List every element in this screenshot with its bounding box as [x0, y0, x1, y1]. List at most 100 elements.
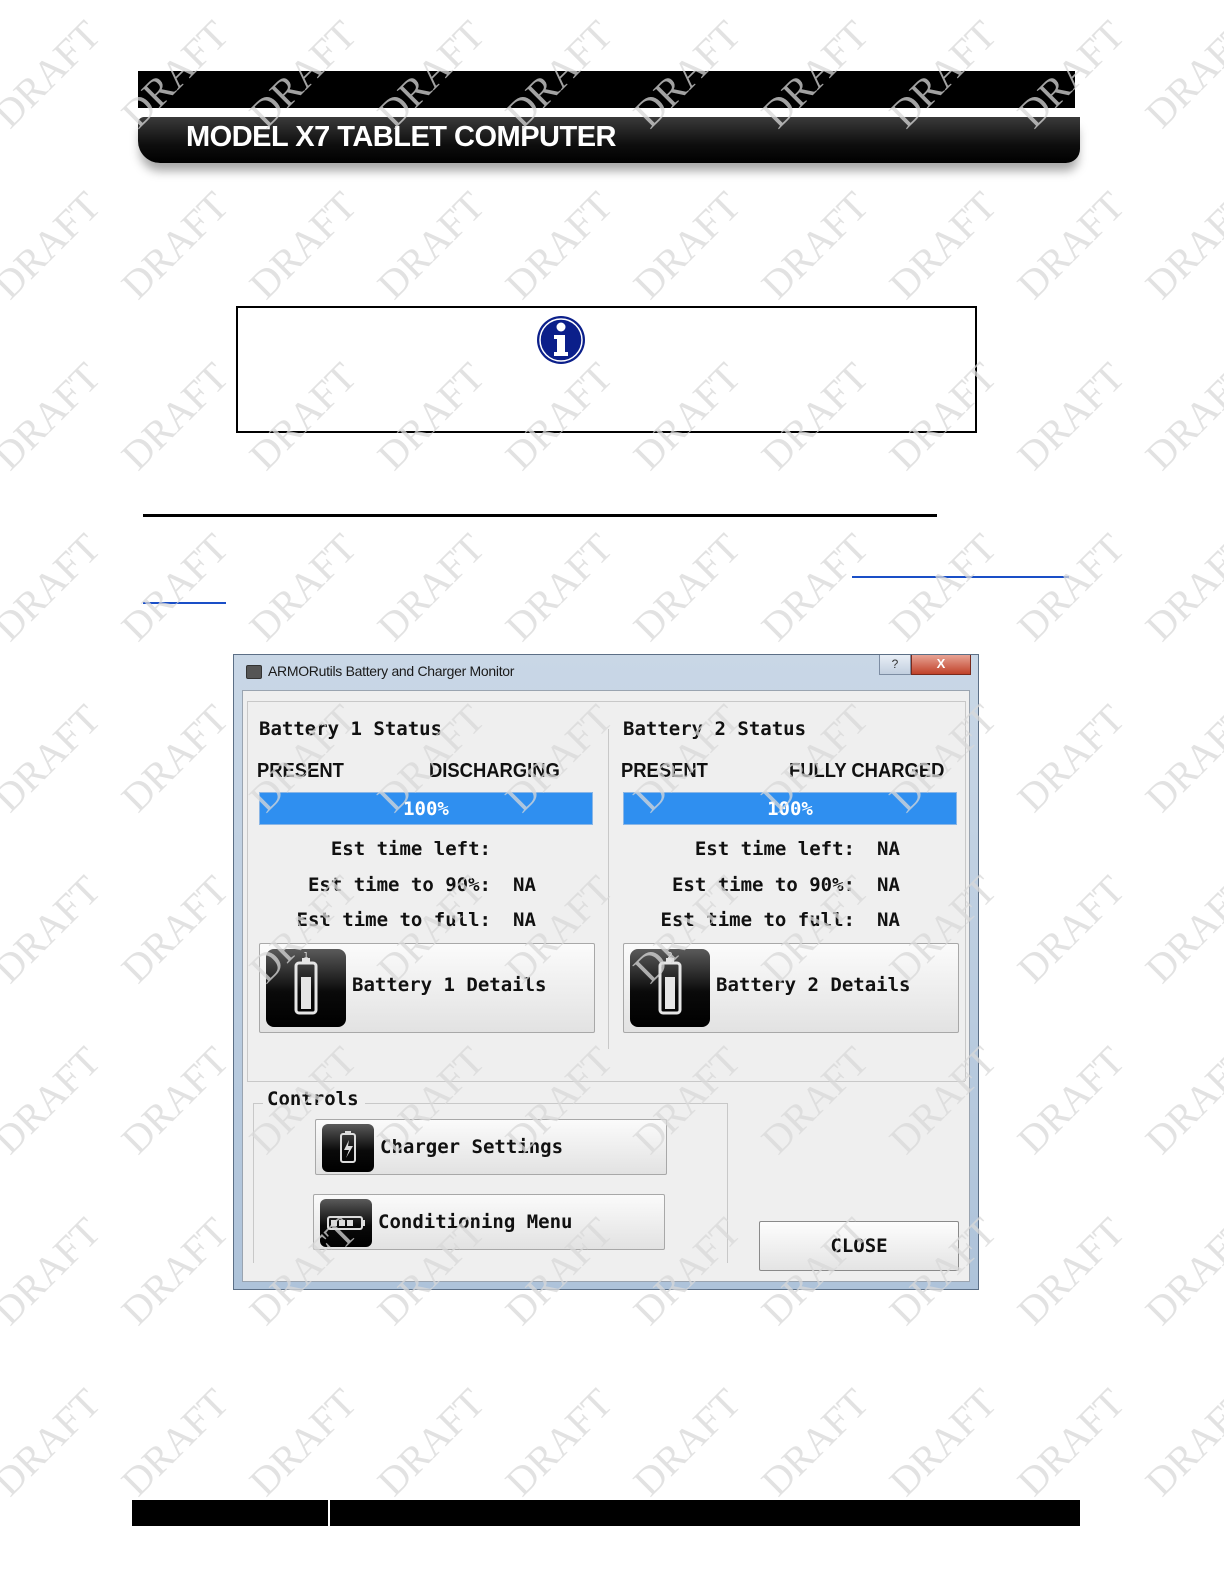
battery2-est-time-left-label: Est time left:: [694, 838, 855, 860]
battery2-est-time-full-value: NA: [877, 909, 900, 931]
watermark-text: DRAFT: [625, 183, 750, 308]
watermark-text: DRAFT: [1137, 1038, 1224, 1163]
battery2-est-time-90-label: Est time to 90%:: [671, 874, 855, 896]
watermark-text: DRAFT: [113, 1209, 238, 1334]
watermark-text: DRAFT: [241, 525, 366, 650]
watermark-text: DRAFT: [1137, 867, 1224, 992]
conditioning-menu-label: Conditioning Menu: [378, 1211, 573, 1233]
watermark-text: DRAFT: [1009, 354, 1134, 479]
battery1-details-button[interactable]: 1 Battery 1 Details: [259, 943, 595, 1033]
close-button-label: CLOSE: [830, 1235, 888, 1257]
watermark-text: DRAFT: [113, 696, 238, 821]
charger-settings-label: Charger Settings: [380, 1136, 564, 1158]
footer-divider: [328, 1500, 330, 1526]
controls-group-left: [253, 1103, 254, 1263]
watermark-text: DRAFT: [1137, 183, 1224, 308]
watermark-text: DRAFT: [1009, 696, 1134, 821]
watermark-text: DRAFT: [0, 183, 109, 308]
charger-settings-button[interactable]: Charger Settings: [315, 1119, 667, 1175]
battery-group-right-line: [965, 701, 966, 1081]
battery-icon: 1: [266, 949, 346, 1027]
battery1-est-time-full-value: NA: [513, 909, 536, 931]
battery1-est-time-90-value: NA: [513, 874, 536, 896]
battery1-heading: Battery 1 Status: [259, 718, 449, 740]
battery2-details-label: Battery 2 Details: [716, 974, 911, 996]
info-note-box: [236, 306, 977, 433]
watermark-text: DRAFT: [369, 1380, 494, 1505]
top-header-bar: [138, 71, 1075, 108]
hyperlink-underline-continued[interactable]: [143, 602, 226, 604]
watermark-text: DRAFT: [1009, 525, 1134, 650]
battery2-charge-state: FULLY CHARGED: [789, 760, 945, 782]
battery-horizontal-icon: [320, 1199, 372, 1247]
battery2-details-button[interactable]: 2 Battery 2 Details: [623, 943, 959, 1033]
watermark-text: DRAFT: [753, 1380, 878, 1505]
svg-text:2: 2: [667, 951, 672, 960]
battery-group-top-line: [247, 701, 965, 702]
battery1-charge-state: DISCHARGING: [429, 760, 560, 782]
battery1-est-time-full-label: Est time to full:: [296, 909, 491, 931]
document-title: MODEL X7 TABLET COMPUTER: [186, 121, 617, 153]
battery1-details-label: Battery 1 Details: [352, 974, 547, 996]
watermark-text: DRAFT: [0, 354, 109, 479]
watermark-text: DRAFT: [369, 183, 494, 308]
footer-bar: [132, 1500, 1080, 1526]
window-client-area: Battery 1 Status PRESENT DISCHARGING 100…: [242, 690, 970, 1282]
watermark-text: DRAFT: [0, 1038, 109, 1163]
watermark-text: DRAFT: [0, 867, 109, 992]
watermark-text: DRAFT: [241, 183, 366, 308]
controls-separator: [247, 1081, 965, 1082]
watermark-text: DRAFT: [113, 1380, 238, 1505]
watermark-text: DRAFT: [497, 1380, 622, 1505]
watermark-text: DRAFT: [753, 525, 878, 650]
battery1-progress-bar: 100%: [259, 792, 593, 825]
watermark-text: DRAFT: [1009, 867, 1134, 992]
battery2-est-time-left-value: NA: [877, 838, 900, 860]
watermark-text: DRAFT: [113, 867, 238, 992]
watermark-text: DRAFT: [1137, 12, 1224, 137]
info-circle-icon: [537, 316, 585, 364]
section-rule: [143, 514, 937, 517]
window-close-button[interactable]: X: [911, 655, 971, 675]
watermark-text: DRAFT: [497, 183, 622, 308]
battery-monitor-window: ARMORutils Battery and Charger Monitor ?…: [233, 654, 979, 1290]
watermark-text: DRAFT: [1009, 1380, 1134, 1505]
hyperlink-underline[interactable]: [852, 576, 1069, 578]
watermark-text: DRAFT: [113, 1038, 238, 1163]
watermark-text: DRAFT: [0, 1209, 109, 1334]
controls-heading: Controls: [263, 1088, 365, 1110]
battery1-est-time-left-label: Est time left:: [330, 838, 491, 860]
battery2-progress-bar: 100%: [623, 792, 957, 825]
watermark-text: DRAFT: [1009, 1209, 1134, 1334]
close-button[interactable]: CLOSE: [759, 1221, 959, 1271]
watermark-text: DRAFT: [881, 183, 1006, 308]
battery1-state: PRESENT: [257, 760, 344, 782]
watermark-text: DRAFT: [1137, 354, 1224, 479]
battery1-progress-text: 100%: [403, 798, 449, 820]
watermark-text: DRAFT: [1137, 696, 1224, 821]
controls-group-right: [727, 1103, 728, 1263]
watermark-text: DRAFT: [1137, 1209, 1224, 1334]
watermark-text: DRAFT: [113, 525, 238, 650]
watermark-text: DRAFT: [113, 354, 238, 479]
watermark-text: DRAFT: [113, 183, 238, 308]
watermark-text: DRAFT: [1009, 1038, 1134, 1163]
battery2-est-time-full-label: Est time to full:: [660, 909, 855, 931]
svg-text:1: 1: [303, 951, 308, 960]
watermark-text: DRAFT: [369, 525, 494, 650]
conditioning-menu-button[interactable]: Conditioning Menu: [313, 1194, 665, 1250]
header-banner: MODEL X7 TABLET COMPUTER: [138, 117, 1080, 163]
watermark-text: DRAFT: [1009, 183, 1134, 308]
battery2-est-time-90-value: NA: [877, 874, 900, 896]
watermark-text: DRAFT: [625, 525, 750, 650]
watermark-text: DRAFT: [0, 1380, 109, 1505]
window-title: ARMORutils Battery and Charger Monitor: [268, 663, 515, 679]
app-icon: [246, 665, 262, 679]
watermark-text: DRAFT: [241, 1380, 366, 1505]
battery2-progress-text: 100%: [767, 798, 813, 820]
battery-icon: 2: [630, 949, 710, 1027]
watermark-text: DRAFT: [1137, 525, 1224, 650]
battery2-state: PRESENT: [621, 760, 708, 782]
help-button[interactable]: ?: [879, 655, 911, 675]
watermark-text: DRAFT: [497, 525, 622, 650]
